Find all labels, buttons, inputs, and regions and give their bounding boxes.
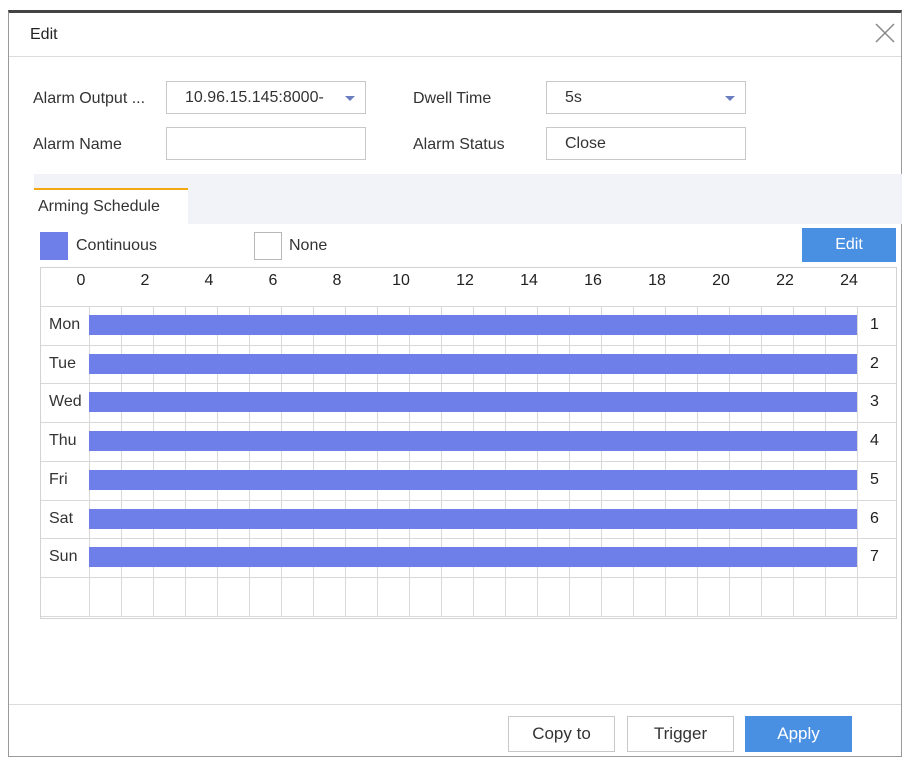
day-label: Wed bbox=[49, 393, 82, 410]
alarm-output-value: 10.96.15.145:8000- bbox=[185, 89, 324, 106]
schedule-bar[interactable] bbox=[89, 315, 857, 335]
alarm-status-label: Alarm Status bbox=[413, 136, 505, 153]
edit-dialog: Edit Alarm Output ... 10.96.15.145:8000-… bbox=[8, 10, 902, 757]
day-label: Thu bbox=[49, 432, 77, 449]
grid-hline bbox=[41, 500, 896, 501]
hour-tick-label: 14 bbox=[520, 272, 538, 289]
grid-hline bbox=[41, 538, 896, 539]
schedule-bar[interactable] bbox=[89, 547, 857, 567]
alarm-output-select[interactable]: 10.96.15.145:8000- bbox=[166, 81, 366, 114]
day-number: 4 bbox=[870, 432, 879, 449]
hour-tick-label: 20 bbox=[712, 272, 730, 289]
day-label: Tue bbox=[49, 355, 76, 372]
day-number: 3 bbox=[870, 393, 879, 410]
none-swatch[interactable] bbox=[254, 232, 282, 260]
grid-hline bbox=[41, 345, 896, 346]
dialog-titlebar: Edit bbox=[9, 13, 901, 57]
hour-tick-label: 0 bbox=[76, 272, 86, 289]
schedule-bar[interactable] bbox=[89, 354, 857, 374]
hour-tick-label: 6 bbox=[268, 272, 278, 289]
hour-tick-label: 12 bbox=[456, 272, 474, 289]
hour-tick-label: 10 bbox=[392, 272, 410, 289]
footer-divider bbox=[9, 704, 901, 705]
dwell-time-label: Dwell Time bbox=[413, 90, 492, 107]
tab-bar: Arming Schedule bbox=[34, 174, 902, 224]
grid-hline bbox=[41, 461, 896, 462]
schedule-bar[interactable] bbox=[89, 509, 857, 529]
grid-hline bbox=[41, 306, 896, 307]
grid-hline bbox=[41, 422, 896, 423]
continuous-swatch[interactable] bbox=[40, 232, 68, 260]
schedule-bar[interactable] bbox=[89, 392, 857, 412]
chevron-down-icon bbox=[725, 96, 735, 101]
hour-tick-label: 2 bbox=[140, 272, 150, 289]
grid-hline bbox=[41, 616, 896, 617]
alarm-status-field: Close bbox=[546, 127, 746, 160]
day-number: 7 bbox=[870, 548, 879, 565]
close-icon[interactable] bbox=[873, 21, 901, 49]
chevron-down-icon bbox=[345, 96, 355, 101]
continuous-label: Continuous bbox=[76, 237, 157, 254]
trigger-button[interactable]: Trigger bbox=[627, 716, 734, 752]
hour-tick-label: 18 bbox=[648, 272, 666, 289]
tab-arming-schedule[interactable]: Arming Schedule bbox=[34, 188, 188, 224]
day-label: Fri bbox=[49, 471, 68, 488]
alarm-output-label: Alarm Output ... bbox=[33, 90, 146, 107]
day-label: Sun bbox=[49, 548, 78, 565]
hour-tick-label: 16 bbox=[584, 272, 602, 289]
grid-hline bbox=[41, 383, 896, 384]
day-label: Mon bbox=[49, 316, 81, 333]
day-number: 5 bbox=[870, 471, 879, 488]
hour-tick-label: 4 bbox=[204, 272, 214, 289]
copy-to-button[interactable]: Copy to bbox=[508, 716, 615, 752]
hour-tick-label: 8 bbox=[332, 272, 342, 289]
dwell-time-select[interactable]: 5s bbox=[546, 81, 746, 114]
hour-tick-label: 22 bbox=[776, 272, 794, 289]
apply-button[interactable]: Apply bbox=[745, 716, 852, 752]
dwell-time-value: 5s bbox=[565, 89, 582, 106]
schedule-bar[interactable] bbox=[89, 431, 857, 451]
day-number: 1 bbox=[870, 316, 879, 333]
grid-hline bbox=[41, 577, 896, 578]
schedule-bar[interactable] bbox=[89, 470, 857, 490]
schedule-edit-button[interactable]: Edit bbox=[802, 228, 896, 262]
alarm-name-label: Alarm Name bbox=[33, 136, 122, 153]
none-label: None bbox=[289, 237, 328, 254]
day-label: Sat bbox=[49, 510, 74, 527]
day-number: 2 bbox=[870, 355, 879, 372]
alarm-name-input[interactable] bbox=[166, 127, 366, 160]
hour-tick-label: 24 bbox=[840, 272, 858, 289]
day-number: 6 bbox=[870, 510, 879, 527]
dialog-title: Edit bbox=[30, 26, 58, 43]
